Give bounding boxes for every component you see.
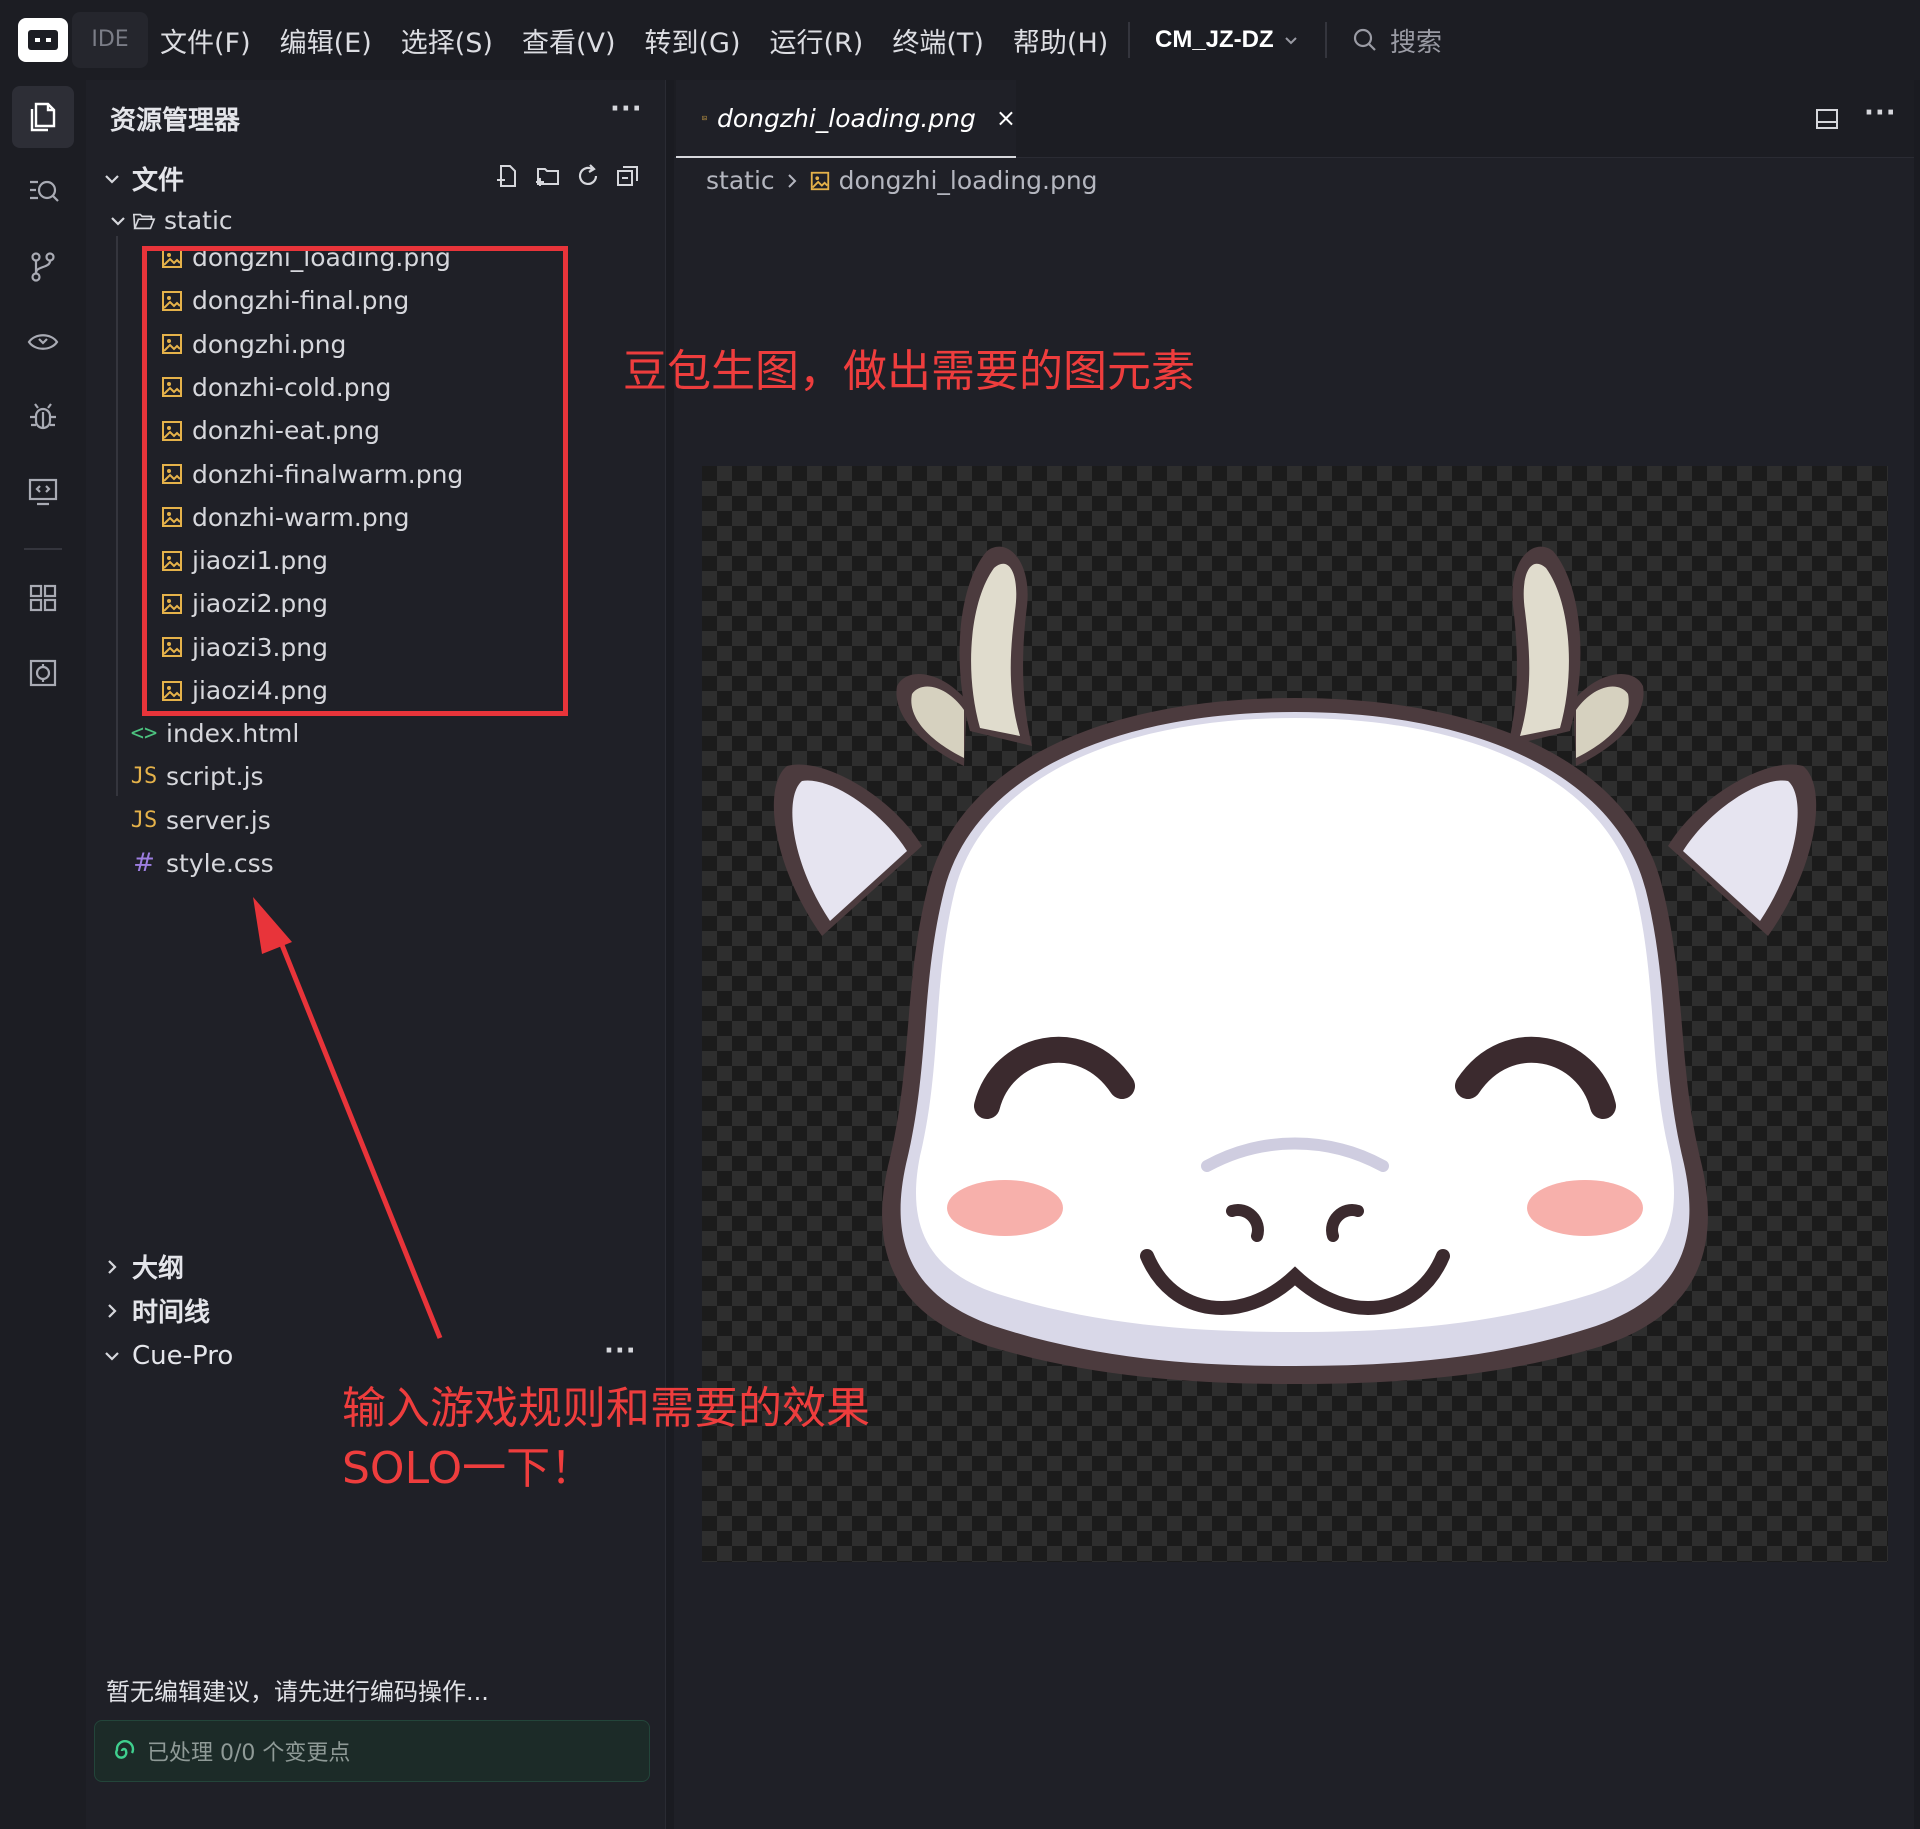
tab-dongzhi-loading[interactable]: dongzhi_loading.png ×: [676, 80, 1016, 158]
annotation-highlight-box: [142, 246, 568, 716]
cue-pro-spiral-icon: [115, 1740, 135, 1759]
menu-terminal[interactable]: 终端(T): [892, 21, 984, 60]
file-label: server.js: [166, 805, 271, 835]
chevron-right-icon: [108, 1259, 117, 1274]
css-file-icon: #: [133, 848, 155, 879]
remote-icon[interactable]: [12, 311, 74, 373]
menu-file[interactable]: 文件(F): [160, 21, 251, 60]
app-logo[interactable]: [18, 18, 68, 62]
extensions-icon[interactable]: [12, 567, 74, 629]
menu-goto[interactable]: 转到(G): [645, 21, 741, 60]
refresh-icon[interactable]: [574, 162, 602, 190]
tab-label: dongzhi_loading.png: [716, 103, 976, 133]
editor-tab-bar: dongzhi_loading.png × ···: [674, 80, 1914, 158]
chevron-down-icon[interactable]: [1283, 32, 1299, 48]
annotation-bottom-note-2: SOLO一下！: [342, 1443, 595, 1494]
file-item[interactable]: <> index.html: [130, 712, 300, 755]
menu-view[interactable]: 查看(V): [522, 21, 616, 60]
search-placeholder: 搜索: [1390, 27, 1443, 58]
search-box[interactable]: 搜索: [1352, 0, 1442, 80]
breadcrumb-file[interactable]: dongzhi_loading.png: [839, 166, 1098, 195]
search-icon: [1353, 28, 1376, 51]
activity-bar: [0, 80, 86, 1829]
file-label: script.js: [166, 762, 264, 792]
activity-divider: [24, 548, 62, 550]
indent-guide: [116, 236, 118, 796]
collapse-all-icon[interactable]: [614, 162, 642, 190]
chevron-down-icon: [111, 216, 125, 226]
files-section-header[interactable]: 文件: [100, 160, 184, 197]
dragon-mascot-image: [773, 546, 1817, 1384]
menu-selection[interactable]: 选择(S): [401, 21, 493, 60]
cue-pro-message: 暂无编辑建议，请先进行编码操作...: [106, 1678, 489, 1706]
cue-pro-label: Cue-Pro: [132, 1341, 234, 1371]
outline-label: 大纲: [132, 1254, 185, 1284]
chevron-right-icon: [787, 173, 797, 188]
chevron-down-icon: [105, 174, 119, 184]
js-file-icon: JS: [130, 807, 158, 833]
file-label: style.css: [166, 848, 274, 878]
menu-divider: [1128, 22, 1130, 58]
ide-mode-button[interactable]: IDE: [72, 12, 148, 68]
js-file-icon: JS: [130, 764, 158, 790]
image-file-icon: [702, 115, 707, 121]
editor-more-icon[interactable]: ···: [1864, 98, 1897, 128]
html-file-icon: <>: [130, 721, 158, 746]
search-panel-icon[interactable]: [12, 160, 74, 222]
new-file-icon[interactable]: [494, 162, 522, 190]
cue-pro-status[interactable]: 已处理 0/0 个变更点: [94, 1720, 650, 1782]
breadcrumb-folder[interactable]: static: [706, 166, 775, 195]
chevron-right-icon: [108, 1303, 117, 1318]
folder-open-icon: [132, 213, 156, 229]
explorer-more-icon[interactable]: ···: [610, 94, 643, 124]
close-icon[interactable]: ×: [996, 104, 1016, 132]
annotation-top-note: 豆包生图，做出需要的图元素: [623, 346, 1195, 397]
timeline-section-header[interactable]: 时间线: [100, 1292, 210, 1329]
explorer-title: 资源管理器: [110, 106, 241, 136]
source-control-icon[interactable]: [12, 236, 74, 298]
file-item[interactable]: JS server.js: [130, 799, 271, 842]
folder-label: static: [164, 206, 233, 235]
debug-icon[interactable]: [12, 386, 74, 448]
chevron-down-icon: [105, 1352, 119, 1361]
new-folder-icon[interactable]: [534, 162, 562, 190]
explorer-toolbar: [494, 162, 642, 190]
image-file-icon: [810, 171, 829, 190]
annotation-bottom-note-1: 输入游戏规则和需要的效果: [342, 1383, 870, 1434]
menu-bar: 文件(F) 编辑(E) 选择(S) 查看(V) 转到(G) 运行(R) 终端(T…: [160, 0, 1137, 80]
menu-edit[interactable]: 编辑(E): [280, 21, 372, 60]
menu-help[interactable]: 帮助(H): [1013, 21, 1108, 60]
settings-icon[interactable]: [12, 642, 74, 704]
cue-pro-more-icon[interactable]: ···: [604, 1336, 637, 1366]
split-editor-icon[interactable]: [1814, 106, 1840, 132]
timeline-label: 时间线: [132, 1298, 211, 1328]
project-divider: [1325, 22, 1327, 58]
file-item[interactable]: # style.css: [130, 842, 274, 885]
cue-pro-status-text: 已处理 0/0 个变更点: [147, 1741, 351, 1766]
explorer-icon[interactable]: [12, 86, 74, 148]
breadcrumb: static dongzhi_loading.png: [706, 166, 1098, 195]
file-label: index.html: [166, 719, 300, 748]
cue-pro-section-header[interactable]: Cue-Pro: [100, 1341, 233, 1371]
project-selector[interactable]: CM_JZ-DZ: [1155, 0, 1274, 80]
menu-run[interactable]: 运行(R): [770, 21, 864, 60]
preview-icon[interactable]: [12, 461, 74, 523]
title-bar: IDE 文件(F) 编辑(E) 选择(S) 查看(V) 转到(G) 运行(R) …: [0, 0, 1920, 80]
files-section-label: 文件: [132, 166, 185, 196]
file-item[interactable]: JS script.js: [130, 755, 264, 798]
outline-section-header[interactable]: 大纲: [100, 1248, 184, 1285]
